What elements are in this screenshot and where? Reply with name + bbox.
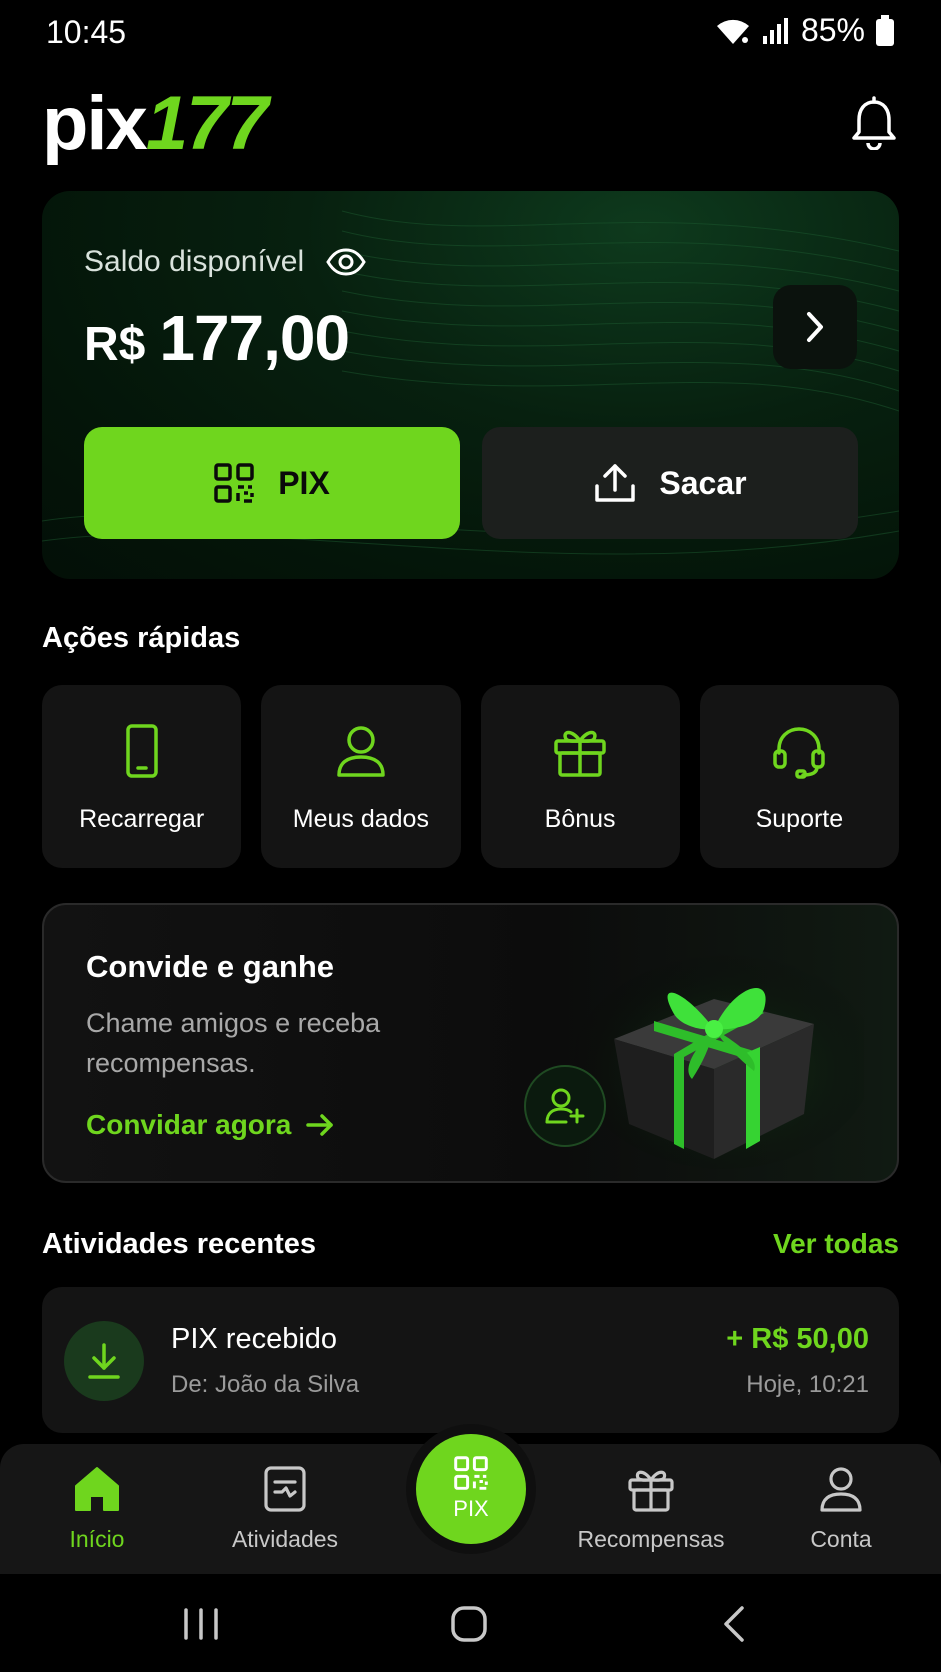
system-navigation-bar xyxy=(0,1574,941,1672)
home-button-icon[interactable] xyxy=(444,1604,494,1644)
activity-time: Hoje, 10:21 xyxy=(746,1371,869,1398)
recent-activities-title: Atividades recentes xyxy=(42,1228,317,1260)
quick-action-label: Suporte xyxy=(755,805,844,833)
headset-icon xyxy=(773,727,826,779)
qr-icon xyxy=(454,1456,488,1490)
withdraw-button-label: Sacar xyxy=(659,464,747,501)
balance-label: Saldo disponível xyxy=(84,245,305,278)
status-time: 10:45 xyxy=(46,14,127,50)
user-plus-icon xyxy=(545,1088,585,1124)
back-icon[interactable] xyxy=(710,1604,760,1644)
status-bar: 10:45 85% xyxy=(0,0,941,66)
balance-amount: R$ 177,00 xyxy=(84,301,350,375)
home-icon xyxy=(75,1467,119,1511)
balance-value: 177,00 xyxy=(159,302,350,374)
balance-details-button[interactable] xyxy=(773,285,857,369)
status-icons: 85% xyxy=(715,12,895,49)
gift-box-illustration xyxy=(574,949,864,1169)
invite-cta-label: Convidar agora xyxy=(86,1109,292,1140)
activity-item[interactable]: PIX recebido De: João da Silva + R$ 50,0… xyxy=(42,1287,899,1433)
quick-action-my-data[interactable]: Meus dados xyxy=(261,685,461,868)
nav-account[interactable]: Conta xyxy=(756,1464,926,1564)
nav-home[interactable]: Início xyxy=(12,1464,182,1564)
download-icon xyxy=(88,1343,120,1379)
invite-title: Convide e ganhe xyxy=(86,949,335,984)
chevron-right-icon xyxy=(807,312,823,342)
invite-description: Chame amigos e receba recompensas. xyxy=(86,1008,381,1078)
pix-button[interactable]: PIX xyxy=(84,427,460,539)
quick-action-bonus[interactable]: Bônus xyxy=(480,685,680,868)
quick-action-label: Bônus xyxy=(544,805,616,833)
balance-currency: R$ xyxy=(84,318,146,371)
logo-text: pix xyxy=(42,81,148,166)
nav-label: Atividades xyxy=(231,1526,339,1552)
balance-label-row: Saldo disponível xyxy=(84,245,366,279)
wifi-icon xyxy=(716,19,749,44)
arrow-right-icon xyxy=(306,1114,334,1136)
user-icon xyxy=(337,726,385,777)
battery-icon xyxy=(876,14,894,46)
eye-icon[interactable] xyxy=(326,248,366,276)
app-logo: pix177 xyxy=(42,86,269,162)
recent-apps-icon[interactable] xyxy=(176,1604,226,1644)
quick-actions-grid: Recarregar Meus dados Bônus Suporte xyxy=(42,685,899,868)
nav-activities[interactable]: Atividades xyxy=(200,1464,370,1564)
gift-icon xyxy=(554,730,606,777)
user-icon xyxy=(820,1467,862,1512)
quick-action-recharge[interactable]: Recarregar xyxy=(42,685,242,868)
document-icon xyxy=(264,1466,306,1512)
quick-actions-title: Ações rápidas xyxy=(42,622,241,654)
app-header: pix177 xyxy=(42,80,899,170)
see-all-link[interactable]: Ver todas xyxy=(773,1228,899,1260)
add-friend-badge xyxy=(524,1065,606,1147)
nav-rewards[interactable]: Recompensas xyxy=(566,1464,736,1564)
signal-icon xyxy=(762,17,788,44)
logo-number: 177 xyxy=(145,81,269,166)
phone-icon xyxy=(125,724,158,778)
quick-action-support[interactable]: Suporte xyxy=(699,685,899,868)
invite-now-link[interactable]: Convidar agora xyxy=(86,1109,335,1141)
balance-card: Saldo disponível R$ 177,00 PIX Sacar xyxy=(42,191,899,579)
qr-icon xyxy=(214,463,254,503)
pix-button-label: PIX xyxy=(278,464,330,501)
invite-card[interactable]: Convide e ganhe Chame amigos e receba re… xyxy=(42,903,899,1183)
upload-icon xyxy=(595,464,636,502)
nav-label: Conta xyxy=(810,1526,872,1552)
nav-label: Recompensas xyxy=(577,1526,725,1552)
nav-pix-fab[interactable]: PIX xyxy=(416,1434,526,1544)
activity-subtitle: De: João da Silva xyxy=(171,1371,360,1398)
quick-action-label: Meus dados xyxy=(292,805,429,833)
gift-icon xyxy=(628,1470,674,1512)
quick-action-label: Recarregar xyxy=(79,805,205,833)
withdraw-button[interactable]: Sacar xyxy=(482,427,858,539)
activity-icon-circle xyxy=(64,1321,144,1401)
activity-title: PIX recebido xyxy=(171,1323,338,1355)
nav-label: Início xyxy=(69,1526,125,1552)
bell-icon[interactable] xyxy=(849,96,899,150)
nav-label: PIX xyxy=(453,1496,489,1521)
battery-percentage: 85% xyxy=(800,12,865,48)
activity-amount: + R$ 50,00 xyxy=(726,1323,869,1355)
